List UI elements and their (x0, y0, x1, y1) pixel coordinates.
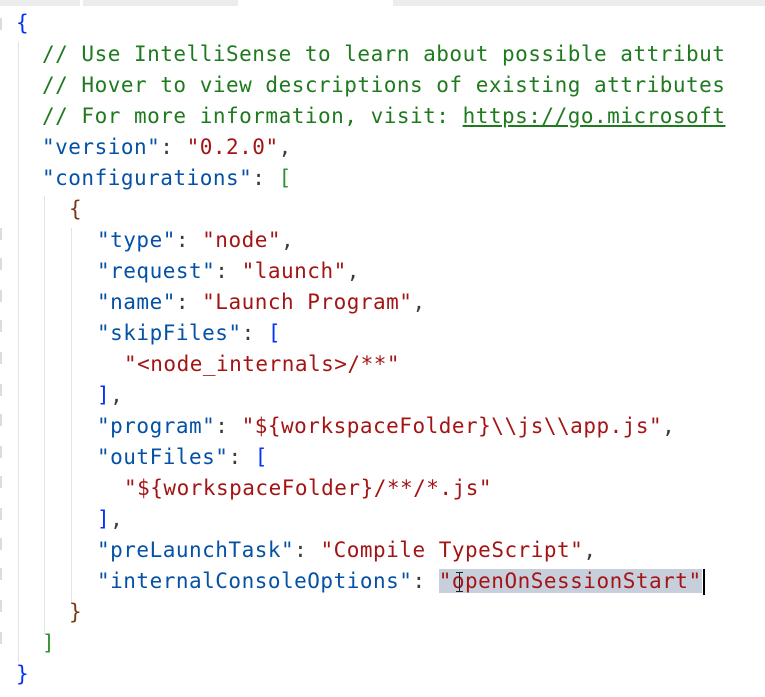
open-brace: { (69, 197, 83, 221)
separator: : (412, 569, 439, 593)
json-key: "program" (97, 414, 216, 438)
indent-guide (44, 196, 45, 634)
json-key: "configurations" (42, 166, 253, 190)
close-bracket: ] (97, 507, 111, 531)
json-value: "Compile TypeScript" (320, 538, 584, 562)
editor-tab[interactable] (393, 0, 765, 6)
json-key: "request" (97, 259, 216, 283)
close-brace: } (69, 600, 83, 624)
code-line-4: // For more information, visit: https://… (42, 101, 725, 132)
separator: , (346, 259, 360, 283)
json-key: "preLaunchTask" (97, 538, 295, 562)
code-line-12: "<node_internals>/**" (124, 349, 400, 380)
separator: : (252, 166, 279, 190)
json-key: "outFiles" (97, 445, 229, 469)
separator: : (215, 414, 242, 438)
code-line-19: "internalConsoleOptions": "openOnSession… (97, 566, 705, 597)
open-bracket: [ (254, 445, 268, 469)
separator: , (110, 507, 124, 531)
json-value: "Launch Program" (202, 290, 413, 314)
json-value: "${workspaceFolder}/**/*.js" (124, 476, 493, 500)
code-line-15: "outFiles": [ (97, 442, 268, 473)
comment: // Use IntelliSense to learn about possi… (42, 42, 726, 66)
code-line-18: "preLaunchTask": "Compile TypeScript", (97, 535, 596, 566)
code-line-9: "request": "launch", (97, 256, 360, 287)
separator: , (110, 383, 124, 407)
open-bracket: [ (278, 166, 292, 190)
code-line-8: "type": "node", (97, 225, 294, 256)
separator: , (278, 135, 292, 159)
editor-tab[interactable] (0, 0, 80, 6)
separator: : (215, 259, 242, 283)
json-value: "node" (202, 228, 282, 252)
indent-guide (71, 228, 72, 604)
code-editor[interactable]: { // Use IntelliSense to learn about pos… (0, 8, 765, 697)
code-line-7: { (69, 194, 82, 225)
separator: : (241, 321, 268, 345)
code-line-13: ], (97, 380, 123, 411)
separator: , (662, 414, 676, 438)
editor-tab[interactable] (83, 0, 238, 6)
comment: // Hover to view descriptions of existin… (42, 73, 726, 97)
separator: : (294, 538, 321, 562)
documentation-link[interactable]: https://go.microsoft (463, 104, 726, 128)
json-key: "internalConsoleOptions" (97, 569, 413, 593)
open-bracket: [ (267, 321, 282, 345)
json-key: "name" (97, 290, 176, 314)
text-cursor (702, 569, 705, 595)
ibeam-cursor-icon (456, 572, 464, 592)
separator: , (583, 538, 597, 562)
separator: , (281, 228, 295, 252)
separator: : (160, 135, 187, 159)
json-value: "${workspaceFolder}\\js\\app.js" (241, 414, 663, 438)
close-brace: } (16, 662, 30, 686)
open-brace: { (16, 11, 30, 35)
separator: : (228, 445, 255, 469)
code-line-3: // Hover to view descriptions of existin… (42, 70, 725, 101)
code-line-20: } (69, 597, 82, 628)
code-line-5: "version": "0.2.0", (42, 132, 292, 163)
code-line-21: ] (42, 628, 55, 659)
code-line-2: // Use IntelliSense to learn about possi… (42, 39, 725, 70)
code-line-16: "${workspaceFolder}/**/*.js" (124, 473, 492, 504)
code-line-14: "program": "${workspaceFolder}\\js\\app.… (97, 411, 675, 442)
close-bracket: ] (97, 383, 111, 407)
separator: : (175, 290, 203, 314)
json-key: "version" (42, 135, 161, 159)
selected-text[interactable]: "openOnSessionStart" (438, 569, 702, 593)
code-line-6: "configurations": [ (42, 163, 292, 194)
indent-guide (18, 42, 19, 662)
code-line-17: ], (97, 504, 123, 535)
code-line-10: "name": "Launch Program", (97, 287, 426, 318)
json-value: "0.2.0" (186, 135, 279, 159)
gutter (0, 8, 4, 697)
comment: // For more information, visit: (42, 104, 463, 128)
code-line-11: "skipFiles": [ (97, 318, 281, 349)
json-key: "skipFiles" (97, 321, 242, 345)
close-bracket: ] (42, 631, 56, 655)
separator: , (412, 290, 426, 314)
json-value: "launch" (241, 259, 347, 283)
separator: : (175, 228, 203, 252)
tab-strip (0, 0, 765, 6)
code-line-22: } (16, 659, 29, 690)
code-line-1: { (16, 8, 29, 39)
json-value: "<node_internals>/**" (124, 352, 401, 376)
json-key: "type" (97, 228, 176, 252)
